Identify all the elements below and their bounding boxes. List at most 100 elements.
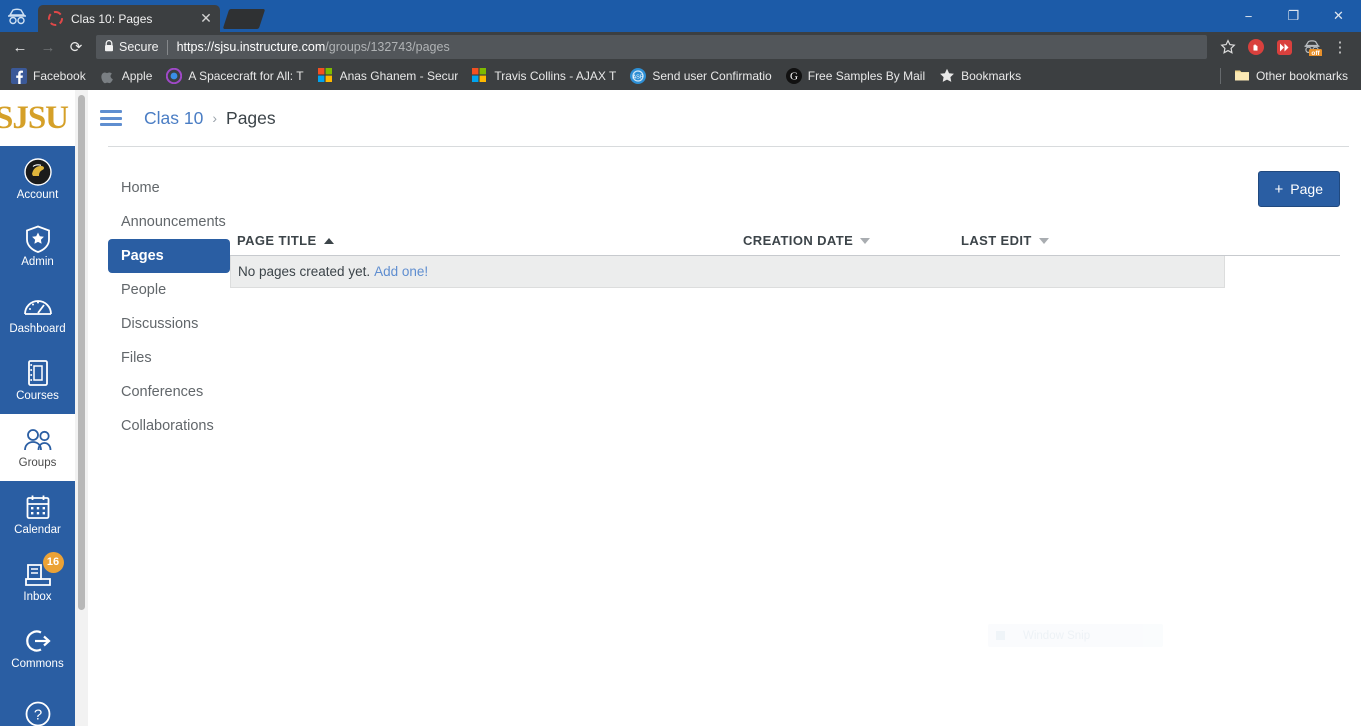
bookmark-label: A Spacecraft for All: T [188,69,303,83]
svg-text:?: ? [33,706,41,723]
breadcrumb-group-link[interactable]: Clas 10 [144,108,203,129]
plus-icon: + [1275,182,1284,197]
new-tab-button[interactable] [223,9,265,29]
column-header-page-title[interactable]: PAGE TITLE [230,233,743,248]
speedometer-icon [23,292,53,320]
course-nav-item-home[interactable]: Home [108,171,230,205]
asp-icon: ASP [630,68,646,84]
address-bar[interactable]: Secure https://sjsu.instructure.com /gro… [96,35,1207,59]
back-icon[interactable]: ← [6,33,34,61]
globalnav-item-dashboard[interactable]: Dashboard [0,280,75,347]
bookmark-label: Facebook [33,69,86,83]
empty-state-text: No pages created yet. [238,264,370,279]
bookmark-label: Anas Ghanem - Secur [340,69,459,83]
canvas-global-nav: SJSU Account Admin [0,90,75,726]
microsoft-icon [472,68,488,84]
bookmark-label: Bookmarks [961,69,1021,83]
globalnav-item-groups[interactable]: Groups [0,414,75,481]
caret-down-icon [860,238,870,244]
globalnav-label: Admin [21,257,54,269]
restore-button[interactable]: ❐ [1271,0,1316,32]
people-group-icon [22,426,54,454]
globalnav-label: Account [17,190,59,202]
column-header-creation-date[interactable]: CREATION DATE [743,233,961,248]
url-path: /groups/132743/pages [325,40,449,54]
hamburger-icon[interactable] [100,107,122,130]
bookmark-label: Apple [122,69,153,83]
globalnav-label: Courses [16,391,59,403]
course-nav-item-conferences[interactable]: Conferences [108,375,230,409]
close-icon[interactable]: ✕ [198,11,214,27]
globalnav-item-commons[interactable]: Commons [0,615,75,682]
browser-tab[interactable]: Clas 10: Pages ✕ [38,5,220,32]
course-nav-item-people[interactable]: People [108,273,230,307]
globalnav-label: Dashboard [9,324,65,336]
window-snip-icon [996,631,1005,640]
bookmark-star-icon[interactable] [1215,34,1241,60]
globalnav-item-account[interactable]: Account [0,146,75,213]
globalnav-scrollbar-thumb[interactable] [78,95,85,610]
bookmarks-divider [1220,68,1221,84]
notebook-icon [25,359,51,387]
incognito-extension-icon[interactable]: off [1299,34,1325,60]
tab-strip: Clas 10: Pages ✕ − ❐ ✕ [0,0,1361,32]
globalnav-label: Calendar [14,525,61,537]
omnibox-divider [167,40,168,55]
sjsu-logo[interactable]: SJSU [0,90,75,146]
column-header-last-edit[interactable]: LAST EDIT [961,233,1201,248]
course-nav: Home Announcements Pages People Discussi… [88,171,230,443]
course-nav-item-files[interactable]: Files [108,341,230,375]
microsoft-icon [318,68,334,84]
bookmark-item[interactable]: G Free Samples By Mail [779,65,932,87]
loading-spinner-icon [48,11,63,26]
caret-up-icon [324,238,334,244]
pages-table-header: PAGE TITLE CREATION DATE LAST EDIT [230,233,1340,256]
lock-icon [104,40,114,55]
caret-down-icon [1039,238,1049,244]
globalnav-item-help[interactable]: ? [0,682,75,726]
course-nav-item-announcements[interactable]: Announcements [108,205,230,239]
bookmarks-bar: Facebook Apple A Spacecraft for All: T A… [0,62,1361,90]
bookmark-item[interactable]: Bookmarks [932,65,1028,87]
apple-icon [100,68,116,84]
svg-text:off: off [1311,50,1320,56]
bookmark-item[interactable]: A Spacecraft for All: T [159,65,310,87]
bookmark-item[interactable]: Travis Collins - AJAX T [465,65,623,87]
arrow-out-circle-icon [24,627,52,655]
bookmark-item[interactable]: Anas Ghanem - Secur [311,65,466,87]
globalnav-label: Inbox [23,592,51,604]
bookmark-item[interactable]: Apple [93,65,160,87]
browser-toolbar: ← → ⟳ Secure https://sjsu.instructure.co… [0,32,1361,62]
column-label: PAGE TITLE [237,233,317,248]
adblock-icon[interactable] [1243,34,1269,60]
course-nav-item-collaborations[interactable]: Collaborations [108,409,230,443]
course-nav-item-discussions[interactable]: Discussions [108,307,230,341]
close-window-button[interactable]: ✕ [1316,0,1361,32]
spartan-avatar-icon [24,158,52,186]
forward-icon[interactable]: → [34,33,62,61]
reload-icon[interactable]: ⟳ [62,33,90,61]
add-page-label: Page [1290,181,1323,197]
breadcrumb-separator: › [212,110,217,126]
add-page-button[interactable]: + Page [1258,171,1340,207]
bookmark-label: Travis Collins - AJAX T [494,69,616,83]
globalnav-item-admin[interactable]: Admin [0,213,75,280]
column-label: LAST EDIT [961,233,1032,248]
other-bookmarks-button[interactable]: Other bookmarks [1227,65,1355,87]
globalnav-list: Account Admin Dashboard [0,146,75,726]
minimize-button[interactable]: − [1226,0,1271,32]
incognito-hat-icon [0,0,34,32]
course-nav-item-pages[interactable]: Pages [108,239,230,273]
svg-text:G: G [790,71,798,83]
content-row: Home Announcements Pages People Discussi… [88,147,1361,443]
globalnav-item-inbox[interactable]: 16 Inbox [0,548,75,615]
globalnav-item-courses[interactable]: Courses [0,347,75,414]
globalnav-item-calendar[interactable]: Calendar [0,481,75,548]
add-one-link[interactable]: Add one! [374,264,428,279]
bookmark-label: Free Samples By Mail [808,69,925,83]
chrome-menu-icon[interactable]: ⋮ [1327,34,1353,60]
url-domain: https://sjsu.instructure.com [177,40,326,54]
fast-forward-extension-icon[interactable] [1271,34,1297,60]
bookmark-item[interactable]: Facebook [4,65,93,87]
bookmark-item[interactable]: ASP Send user Confirmatio [623,65,778,87]
